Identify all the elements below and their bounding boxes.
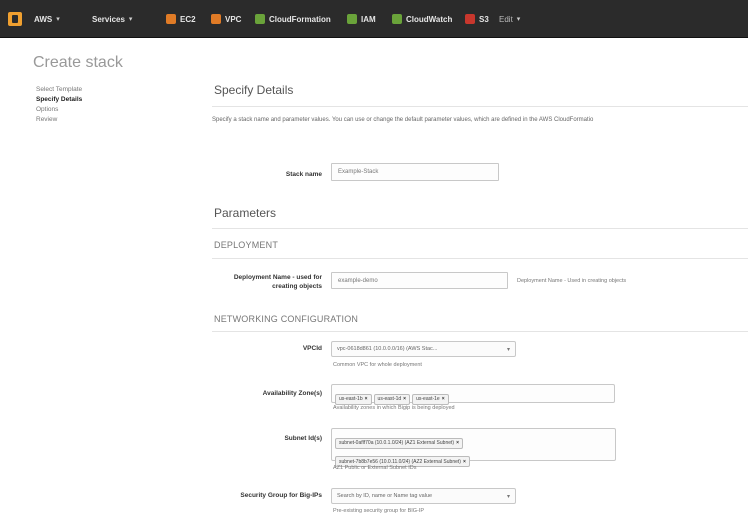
aws-cube-icon[interactable] — [8, 12, 22, 26]
vpc-id-hint: Common VPC for whole deployment — [333, 362, 422, 368]
step-select-template[interactable]: Select Template — [36, 85, 82, 95]
ec2-icon — [166, 14, 176, 24]
aws-menu-label: AWS — [34, 14, 53, 24]
parameters-heading: Parameters — [214, 206, 277, 220]
divider — [212, 106, 748, 107]
az-token-label: us-east-1b — [339, 396, 363, 402]
subnet-ids-multiselect[interactable]: subnet-0aflf70a (10.0.1.0/24) (AZ1 Exter… — [331, 428, 616, 467]
vpc-id-select[interactable]: vpc-0618d861 (10.0.0.0/16) (AWS Stac... ▾ — [331, 341, 516, 357]
stack-name-label: Stack name — [285, 171, 322, 178]
security-group-label: Security Group for Big-IPs — [240, 492, 322, 499]
nav-shortcut-label: EC2 — [180, 14, 196, 24]
availability-zones-label: Availability Zone(s) — [262, 390, 322, 397]
networking-section-heading: NETWORKING CONFIGURATION — [214, 314, 359, 324]
az-token[interactable]: us-east-1b × — [335, 393, 372, 405]
availability-zones-hint: Availability zones in which Bigip is bei… — [333, 405, 455, 411]
security-group-select-placeholder: Search by ID, name or Name tag value — [337, 493, 433, 499]
aws-menu[interactable]: AWS ▾ — [34, 11, 60, 27]
step-review[interactable]: Review — [36, 115, 82, 125]
divider — [212, 228, 748, 229]
az-token[interactable]: us-east-1e × — [412, 393, 449, 405]
remove-icon[interactable]: × — [442, 396, 445, 402]
subnet-token-label: subnet-0aflf70a (10.0.1.0/24) (AZ1 Exter… — [339, 440, 455, 446]
vpc-id-label: VPCId — [302, 345, 322, 352]
specify-details-heading: Specify Details — [214, 83, 294, 97]
step-specify-details[interactable]: Specify Details — [36, 95, 82, 105]
main-content: Specify Details Specify a stack name and… — [212, 0, 748, 522]
divider — [212, 331, 748, 332]
services-menu-label: Services — [92, 14, 125, 24]
deployment-name-label: Deployment Name - used for creating obje… — [233, 274, 322, 290]
divider — [212, 258, 748, 259]
subnet-token-label: subnet-7b8b7e56 (10.0.11.0/24) (AZ2 Exte… — [339, 458, 461, 465]
stack-name-input[interactable]: Example-Stack — [331, 163, 499, 181]
security-group-hint: Pre-existing security group for BIG-IP — [333, 508, 425, 514]
chevron-down-icon: ▾ — [56, 16, 60, 23]
wizard-steps: Select Template Specify Details Options … — [36, 85, 82, 125]
deployment-section-heading: DEPLOYMENT — [214, 240, 279, 250]
subnet-ids-hint: AZ1 Public or External Subnet IDs — [333, 465, 417, 471]
security-group-select[interactable]: Search by ID, name or Name tag value ▾ — [331, 488, 516, 504]
nav-shortcut-ec2[interactable]: EC2 — [166, 11, 196, 27]
chevron-down-icon: ▾ — [506, 346, 510, 353]
vpc-id-select-value: vpc-0618d861 (10.0.0.0/16) (AWS Stac... — [337, 346, 438, 352]
remove-icon[interactable]: × — [456, 440, 459, 446]
remove-icon[interactable]: × — [403, 396, 406, 402]
az-token-label: us-east-1d — [377, 396, 402, 402]
step-options[interactable]: Options — [36, 105, 82, 115]
availability-zones-multiselect[interactable]: us-east-1b × us-east-1d × us-east-1e × — [331, 384, 615, 405]
az-token[interactable]: us-east-1d × — [373, 393, 411, 405]
page-title: Create stack — [33, 54, 123, 71]
chevron-down-icon: ▾ — [128, 16, 133, 23]
deployment-name-hint: Deployment Name - Used in creating objec… — [517, 278, 627, 284]
subnet-ids-label: Subnet Id(s) — [284, 435, 322, 442]
az-token-label: us-east-1e — [416, 396, 440, 402]
remove-icon[interactable]: × — [463, 459, 466, 465]
subnet-token[interactable]: subnet-0aflf70a (10.0.1.0/24) (AZ1 Exter… — [335, 437, 463, 449]
chevron-down-icon: ▾ — [506, 493, 510, 500]
services-menu[interactable]: Services ▾ — [92, 11, 132, 27]
specify-details-description: Specify a stack name and parameter value… — [212, 117, 594, 123]
deployment-name-input[interactable]: example-demo — [331, 272, 508, 289]
remove-icon[interactable]: × — [365, 396, 368, 402]
